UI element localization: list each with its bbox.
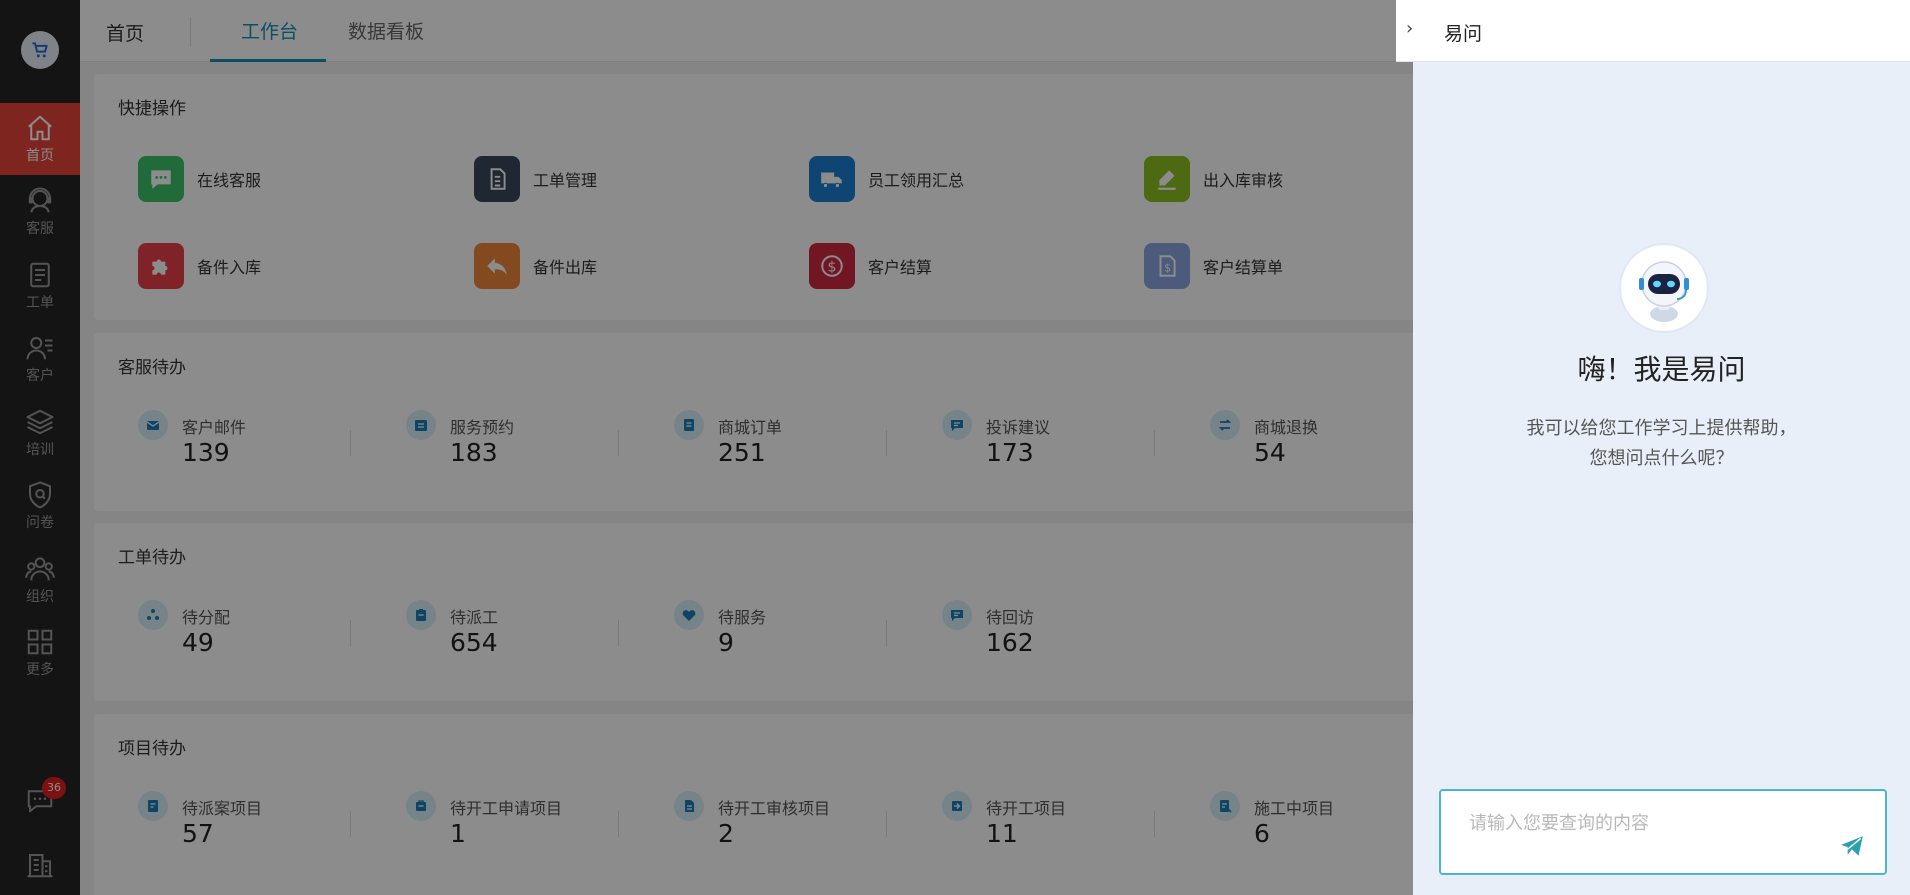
question-input[interactable]	[1441, 791, 1885, 873]
assistant-description: 我可以给您工作学习上提供帮助， 您想问点什么呢？	[1413, 414, 1910, 474]
question-input-box	[1439, 789, 1887, 875]
drawer-header: › 易问	[1396, 0, 1910, 62]
description-line: 我可以给您工作学习上提供帮助，	[1526, 418, 1797, 439]
drawer-title: 易问	[1444, 23, 1483, 45]
modal-overlay[interactable]	[0, 0, 1413, 895]
assistant-drawer: › 易问 嗨！我是易问 我可以给您工作学习上提供帮助， 您想问点什么呢？	[1396, 0, 1910, 895]
description-line: 您想问点什么呢？	[1589, 448, 1734, 469]
robot-avatar	[1621, 245, 1707, 331]
send-icon	[1841, 836, 1863, 856]
robot-icon	[1639, 261, 1689, 322]
assistant-greeting: 嗨！我是易问	[1577, 353, 1746, 386]
send-button[interactable]	[1835, 831, 1869, 861]
collapse-chevron-icon[interactable]: ›	[1406, 18, 1413, 39]
